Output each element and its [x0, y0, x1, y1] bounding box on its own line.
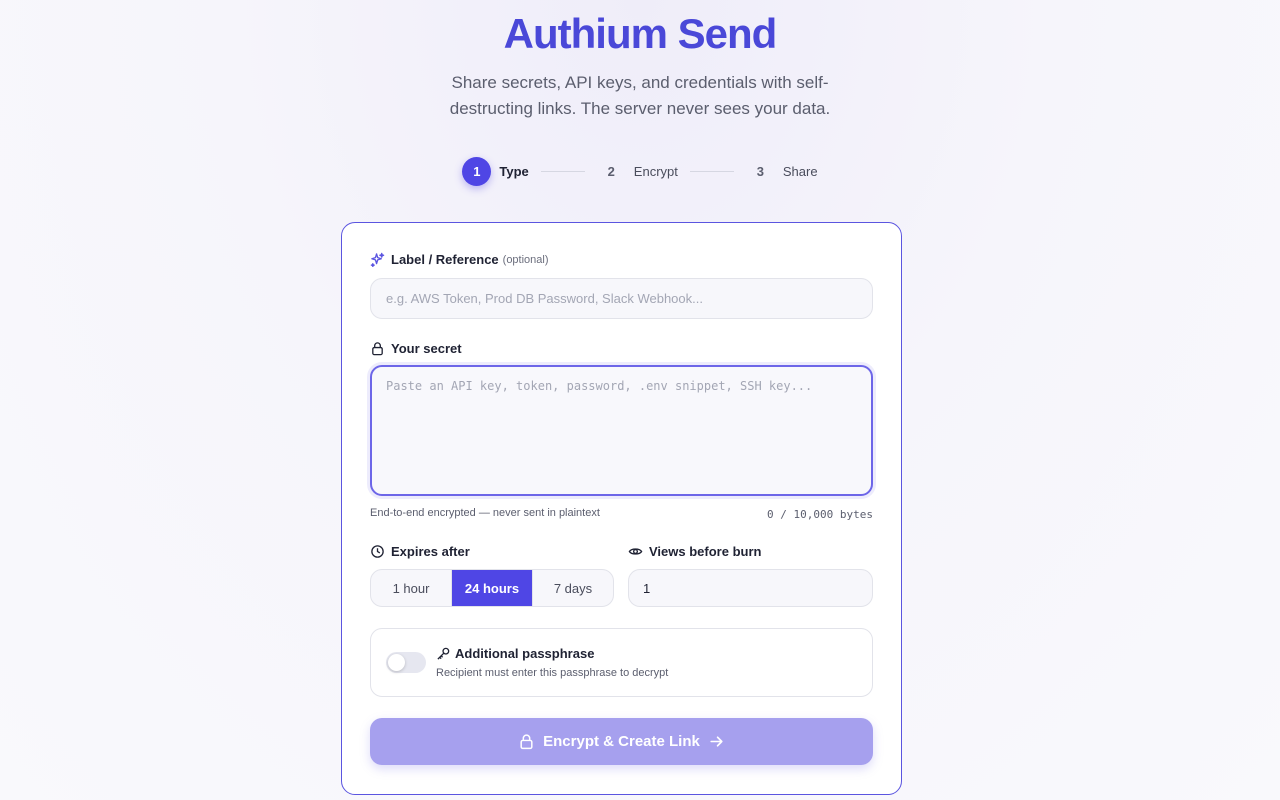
step-label: Share	[782, 164, 818, 179]
submit-label: Encrypt & Create Link	[543, 733, 700, 750]
passphrase-subtitle: Recipient must enter this passphrase to …	[436, 667, 669, 679]
expiry-option-1-hour[interactable]: 1 hour	[371, 570, 452, 606]
step-type: 1 Type	[462, 157, 529, 186]
subtitle-line-2: destructing links. The server never sees…	[449, 99, 831, 118]
step-connector	[689, 171, 734, 172]
secret-placeholder: Paste an API key, token, password, .env …	[386, 379, 813, 393]
secret-field-text: Your secret	[391, 341, 462, 356]
encryption-hint: End-to-end encrypted — never sent in pla…	[370, 507, 600, 519]
byte-counter: 0 / 10,000 bytes	[767, 508, 873, 521]
clock-icon	[370, 544, 385, 559]
label-field-label: Label / Reference (optional)	[370, 252, 549, 267]
secret-form-card: Label / Reference (optional) e.g. AWS To…	[341, 222, 902, 795]
label-field-text: Label / Reference	[391, 252, 499, 267]
step-number: 1	[462, 157, 492, 186]
optional-tag: (optional)	[502, 253, 549, 266]
expiry-option-7-days[interactable]: 7 days	[533, 570, 613, 606]
step-label: Encrypt	[633, 164, 678, 179]
passphrase-title-text: Additional passphrase	[455, 646, 595, 661]
expires-label: Expires after	[370, 544, 470, 559]
expiry-option-24-hours[interactable]: 24 hours	[452, 570, 533, 606]
step-connector	[540, 171, 585, 172]
progress-steps: 1 Type 2 Encrypt 3 Share	[0, 157, 1280, 186]
lock-icon	[518, 733, 535, 750]
views-label-text: Views before burn	[649, 544, 762, 559]
sparkles-icon	[370, 252, 385, 267]
passphrase-toggle[interactable]	[386, 652, 426, 673]
label-input-placeholder: e.g. AWS Token, Prod DB Password, Slack …	[386, 291, 703, 306]
toggle-knob	[388, 654, 405, 671]
app-title: Authium Send	[503, 10, 778, 57]
label-input[interactable]: e.g. AWS Token, Prod DB Password, Slack …	[370, 278, 873, 319]
views-input[interactable]: 1	[628, 569, 873, 607]
lock-icon	[370, 341, 385, 356]
subtitle-line-1: Share secrets, API keys, and credentials…	[451, 73, 829, 92]
views-label: Views before burn	[628, 544, 761, 559]
step-label: Type	[499, 164, 529, 179]
expires-label-text: Expires after	[391, 544, 470, 559]
eye-icon	[628, 544, 643, 559]
secret-textarea[interactable]: Paste an API key, token, password, .env …	[370, 365, 873, 496]
encrypt-create-link-button[interactable]: Encrypt & Create Link	[370, 718, 873, 765]
step-share: 3 Share	[746, 157, 818, 186]
passphrase-panel: Additional passphrase Recipient must ent…	[370, 628, 873, 697]
app-subtitle: Share secrets, API keys, and credentials…	[0, 70, 1280, 122]
arrow-right-icon	[708, 733, 725, 750]
passphrase-title: Additional passphrase	[436, 646, 594, 661]
secret-field-label: Your secret	[370, 341, 462, 356]
step-number: 3	[756, 164, 764, 179]
step-encrypt: 2 Encrypt	[597, 157, 678, 186]
expiry-selector: 1 hour 24 hours 7 days	[370, 569, 614, 607]
key-icon	[436, 646, 451, 661]
views-value: 1	[643, 580, 651, 596]
step-number: 2	[607, 164, 615, 179]
